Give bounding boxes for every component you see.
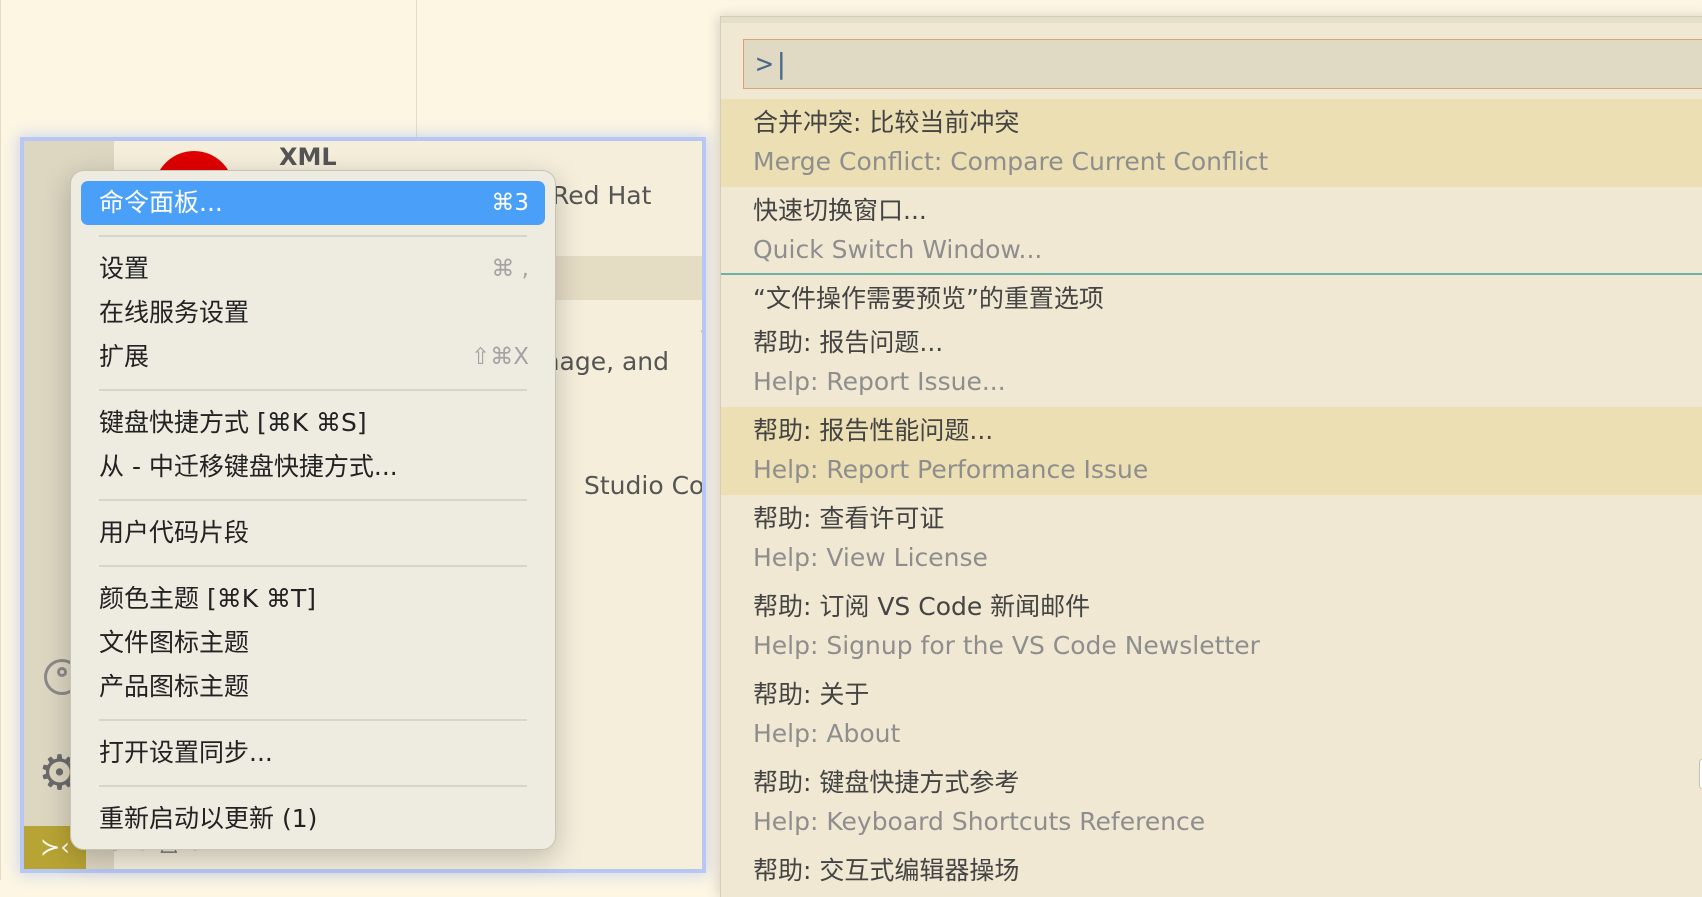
command-label: 帮助: 交互式编辑器操场 <box>753 856 1020 885</box>
edge-line <box>0 0 1 880</box>
menu-item[interactable]: 产品图标主题 <box>81 665 545 709</box>
command-alias: Quick Switch Window... <box>753 235 1043 264</box>
menu-item-label: 重新启动以更新 (1) <box>99 804 318 833</box>
menu-item-label: 在线服务设置 <box>99 298 250 327</box>
menu-item[interactable]: 颜色主题 [⌘K ⌘T] <box>81 577 545 621</box>
menu-item-shortcut: ⌘3 <box>491 190 529 216</box>
menu-item-label: 命令面板... <box>99 188 223 217</box>
menu-item[interactable]: 重新启动以更新 (1) <box>81 797 545 841</box>
command-label: 帮助: 关于 <box>753 680 870 709</box>
menu-item-label: 打开设置同步... <box>99 738 273 767</box>
command-label: 帮助: 报告性能问题... <box>753 416 994 445</box>
bullet: ◦ <box>699 322 702 343</box>
menu-item[interactable]: 键盘快捷方式 [⌘K ⌘S] <box>81 401 545 445</box>
extension-studio-text: Studio Code <box>584 471 702 500</box>
command-label: 帮助: 查看许可证 <box>753 504 945 533</box>
menu-item-label: 产品图标主题 <box>99 672 250 701</box>
menu-item[interactable]: 文件图标主题 <box>81 621 545 665</box>
command-alias: Help: View License <box>753 543 988 572</box>
menu-item-label: 文件图标主题 <box>99 628 250 657</box>
command-palette-item[interactable]: 帮助: 查看许可证 Help: View License <box>721 495 1702 583</box>
menu-item-shortcut: ⌘ , <box>491 256 529 282</box>
command-alias: Merge Conflict: Compare Current Conflict <box>753 147 1269 176</box>
command-palette-item[interactable]: 帮助: 报告性能问题... Help: Report Performance Is… <box>721 407 1702 495</box>
menu-item-label: 扩展 <box>99 342 150 371</box>
menu-separator <box>99 785 527 787</box>
command-label: 快速切换窗口... <box>753 196 927 225</box>
command-palette-item[interactable]: 帮助: 键盘快捷方式参考 Help: Keyboard Shortcuts Ref… <box>721 759 1702 847</box>
command-alias: Help: Report Issue... <box>753 367 1006 396</box>
menu-separator <box>99 565 527 567</box>
command-palette-item[interactable]: 帮助: 交互式编辑器操场 <box>721 847 1702 891</box>
menu-separator <box>99 499 527 501</box>
command-label: 帮助: 报告问题... <box>753 328 944 357</box>
menu-item[interactable]: 打开设置同步... <box>81 731 545 775</box>
command-label: “文件操作需要预览”的重置选项 <box>753 284 1104 313</box>
extension-name: XML <box>279 143 337 171</box>
command-alias: Help: Signup for the VS Code Newsletter <box>753 631 1260 660</box>
menu-item[interactable]: 设置 ⌘ , <box>81 247 545 291</box>
menu-item[interactable]: 在线服务设置 <box>81 291 545 335</box>
palette-topbar <box>721 17 1702 23</box>
editor-divider <box>416 0 417 141</box>
command-palette-item[interactable]: “文件操作需要预览”的重置选项 <box>721 275 1702 319</box>
menu-item-label: 设置 <box>99 254 150 283</box>
command-palette-window: >| 合并冲突: 比较当前冲突 Merge Conflict: Compare C… <box>720 16 1702 897</box>
command-palette-item[interactable]: 帮助: 订阅 VS Code 新闻邮件 Help: Signup for the … <box>721 583 1702 671</box>
command-palette-item[interactable]: 快速切换窗口... Quick Switch Window... <box>721 187 1702 275</box>
menu-item-label: 键盘快捷方式 [⌘K ⌘S] <box>99 408 367 437</box>
menu-separator <box>99 719 527 721</box>
command-palette-input[interactable]: >| <box>743 39 1702 89</box>
menu-separator <box>99 389 527 391</box>
menu-item[interactable]: 命令面板... ⌘3 <box>81 181 545 225</box>
command-alias: Help: Report Performance Issue <box>753 455 1149 484</box>
menu-item-label: 从 - 中迁移键盘快捷方式... <box>99 452 398 481</box>
manage-context-menu: 命令面板... ⌘3 设置 ⌘ , 在线服务设置 扩展 ⇧⌘X 键盘快捷方式 [⌘K ⌘S] 从… <box>70 170 556 850</box>
menu-item-label: 颜色主题 [⌘K ⌘T] <box>99 584 317 613</box>
command-palette-item[interactable]: 帮助: 关于 Help: About <box>721 671 1702 759</box>
menu-item-shortcut: ⇧⌘X <box>470 344 529 370</box>
command-alias: Help: About <box>753 719 901 748</box>
command-label: 帮助: 键盘快捷方式参考 <box>753 768 1020 797</box>
menu-separator <box>99 235 527 237</box>
menu-item[interactable]: 用户代码片段 <box>81 511 545 555</box>
command-palette-item[interactable]: 帮助: 报告问题... Help: Report Issue... <box>721 319 1702 407</box>
menu-item[interactable]: 从 - 中迁移键盘快捷方式... <box>81 445 545 489</box>
command-label: 帮助: 订阅 VS Code 新闻邮件 <box>753 592 1091 621</box>
command-palette-item[interactable]: 合并冲突: 比较当前冲突 Merge Conflict: Compare Curr… <box>721 99 1702 187</box>
command-label: 合并冲突: 比较当前冲突 <box>753 108 1020 137</box>
command-palette-list: 合并冲突: 比较当前冲突 Merge Conflict: Compare Curr… <box>721 99 1702 891</box>
menu-item-label: 用户代码片段 <box>99 518 250 547</box>
command-alias: Help: Keyboard Shortcuts Reference <box>753 807 1206 836</box>
menu-item[interactable]: 扩展 ⇧⌘X <box>81 335 545 379</box>
